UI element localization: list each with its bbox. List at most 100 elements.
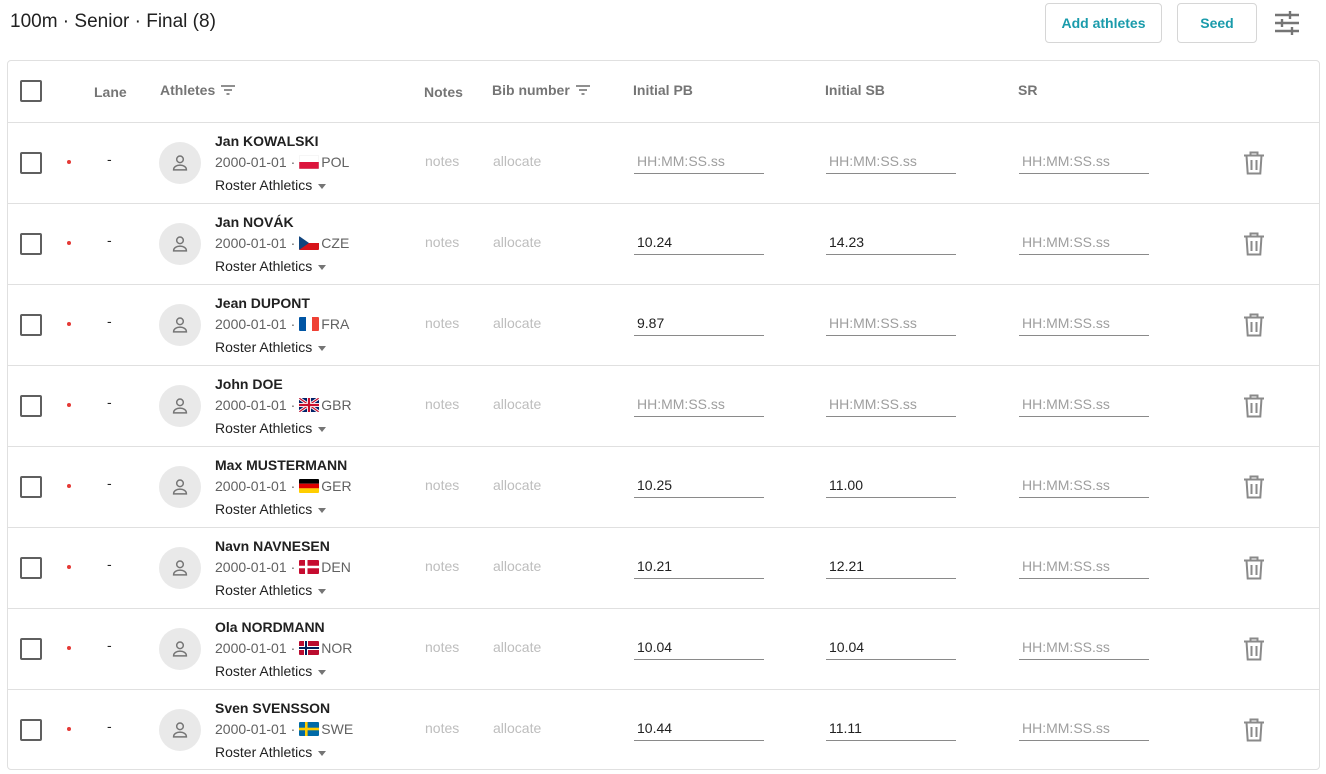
add-athletes-button[interactable]: Add athletes (1045, 3, 1162, 43)
club-dropdown[interactable]: Roster Athletics (215, 663, 327, 679)
table-row: - Max MUSTERMANN 2000-01-01 · GER Roster… (8, 447, 1319, 528)
club-dropdown[interactable]: Roster Athletics (215, 744, 327, 760)
club-dropdown[interactable]: Roster Athletics (215, 582, 327, 598)
notes-link[interactable]: notes (425, 153, 459, 169)
bib-allocate-link[interactable]: allocate (493, 558, 541, 574)
initial-pb-input[interactable] (634, 553, 764, 579)
column-header-athletes[interactable]: Athletes (160, 59, 236, 121)
tune-settings-icon[interactable] (1273, 10, 1301, 36)
flag-pol-icon (299, 155, 320, 169)
club-label: Roster Athletics (215, 501, 313, 517)
initial-sb-input[interactable] (826, 634, 956, 660)
bib-allocate-link[interactable]: allocate (493, 639, 541, 655)
athlete-dob: 2000-01-01 (215, 154, 287, 170)
club-dropdown[interactable]: Roster Athletics (215, 258, 327, 274)
row-checkbox[interactable] (20, 152, 42, 174)
notes-link[interactable]: notes (425, 234, 459, 250)
initial-pb-input[interactable] (634, 229, 764, 255)
sr-input[interactable] (1019, 634, 1149, 660)
avatar (159, 547, 201, 589)
trash-icon[interactable] (1243, 637, 1265, 661)
trash-icon[interactable] (1243, 475, 1265, 499)
column-label-athletes: Athletes (160, 82, 216, 98)
row-checkbox[interactable] (20, 557, 42, 579)
sort-icon[interactable] (575, 83, 591, 97)
initial-pb-input[interactable] (634, 310, 764, 336)
bib-allocate-link[interactable]: allocate (493, 477, 541, 493)
athlete-dob: 2000-01-01 (215, 559, 287, 575)
athlete-name[interactable]: Max MUSTERMANN (215, 457, 347, 473)
sr-input[interactable] (1019, 391, 1149, 417)
trash-icon[interactable] (1243, 313, 1265, 337)
club-dropdown[interactable]: Roster Athletics (215, 420, 327, 436)
notes-link[interactable]: notes (425, 558, 459, 574)
notes-link[interactable]: notes (425, 315, 459, 331)
meta-separator: · (290, 235, 296, 251)
select-all-checkbox[interactable] (20, 80, 42, 102)
country-code: CZE (321, 235, 350, 251)
athlete-name[interactable]: John DOE (215, 376, 283, 392)
initial-pb-input[interactable] (634, 472, 764, 498)
athlete-name[interactable]: Ola NORDMANN (215, 619, 325, 635)
initial-sb-input[interactable] (826, 310, 956, 336)
notes-link[interactable]: notes (425, 720, 459, 736)
sr-input[interactable] (1019, 148, 1149, 174)
row-checkbox[interactable] (20, 233, 42, 255)
athlete-name[interactable]: Jan KOWALSKI (215, 133, 318, 149)
lane-value: - (107, 232, 112, 248)
initial-sb-input[interactable] (826, 715, 956, 741)
row-checkbox[interactable] (20, 638, 42, 660)
bib-allocate-link[interactable]: allocate (493, 234, 541, 250)
initial-sb-input[interactable] (826, 229, 956, 255)
athlete-name[interactable]: Sven SVENSSON (215, 700, 330, 716)
sr-input[interactable] (1019, 229, 1149, 255)
trash-icon[interactable] (1243, 718, 1265, 742)
initial-sb-input[interactable] (826, 391, 956, 417)
notes-link[interactable]: notes (425, 396, 459, 412)
trash-icon[interactable] (1243, 394, 1265, 418)
avatar (159, 142, 201, 184)
athlete-name[interactable]: Jean DUPONT (215, 295, 310, 311)
sr-input[interactable] (1019, 553, 1149, 579)
club-dropdown[interactable]: Roster Athletics (215, 177, 327, 193)
sr-input[interactable] (1019, 310, 1149, 336)
bib-allocate-link[interactable]: allocate (493, 153, 541, 169)
row-checkbox[interactable] (20, 395, 42, 417)
page-title: 100m · Senior · Final (8) (10, 11, 216, 32)
athlete-meta: 2000-01-01 · GBR (215, 397, 352, 413)
athlete-name[interactable]: Jan NOVÁK (215, 214, 294, 230)
trash-icon[interactable] (1243, 556, 1265, 580)
bib-allocate-link[interactable]: allocate (493, 720, 541, 736)
notes-link[interactable]: notes (425, 477, 459, 493)
club-dropdown[interactable]: Roster Athletics (215, 501, 327, 517)
initial-sb-input[interactable] (826, 148, 956, 174)
initial-pb-input[interactable] (634, 634, 764, 660)
row-checkbox[interactable] (20, 314, 42, 336)
seed-button[interactable]: Seed (1177, 3, 1257, 43)
sort-icon[interactable] (220, 83, 236, 97)
club-dropdown[interactable]: Roster Athletics (215, 339, 327, 355)
column-label-lane: Lane (94, 84, 127, 100)
trash-icon[interactable] (1243, 151, 1265, 175)
initial-sb-input[interactable] (826, 472, 956, 498)
country-code: POL (321, 154, 350, 170)
status-dot (67, 727, 71, 731)
row-checkbox[interactable] (20, 719, 42, 741)
table-row: - Ola NORDMANN 2000-01-01 · NOR Roster A… (8, 609, 1319, 690)
avatar (159, 304, 201, 346)
bib-allocate-link[interactable]: allocate (493, 315, 541, 331)
notes-link[interactable]: notes (425, 639, 459, 655)
trash-icon[interactable] (1243, 232, 1265, 256)
row-checkbox[interactable] (20, 476, 42, 498)
initial-pb-input[interactable] (634, 715, 764, 741)
bib-allocate-link[interactable]: allocate (493, 396, 541, 412)
sr-input[interactable] (1019, 715, 1149, 741)
column-header-bib[interactable]: Bib number (492, 59, 591, 121)
column-label-bib: Bib number (492, 82, 570, 98)
initial-pb-input[interactable] (634, 391, 764, 417)
initial-sb-input[interactable] (826, 553, 956, 579)
initial-pb-input[interactable] (634, 148, 764, 174)
sr-input[interactable] (1019, 472, 1149, 498)
country-code: GER (321, 478, 352, 494)
athlete-name[interactable]: Navn NAVNESEN (215, 538, 330, 554)
